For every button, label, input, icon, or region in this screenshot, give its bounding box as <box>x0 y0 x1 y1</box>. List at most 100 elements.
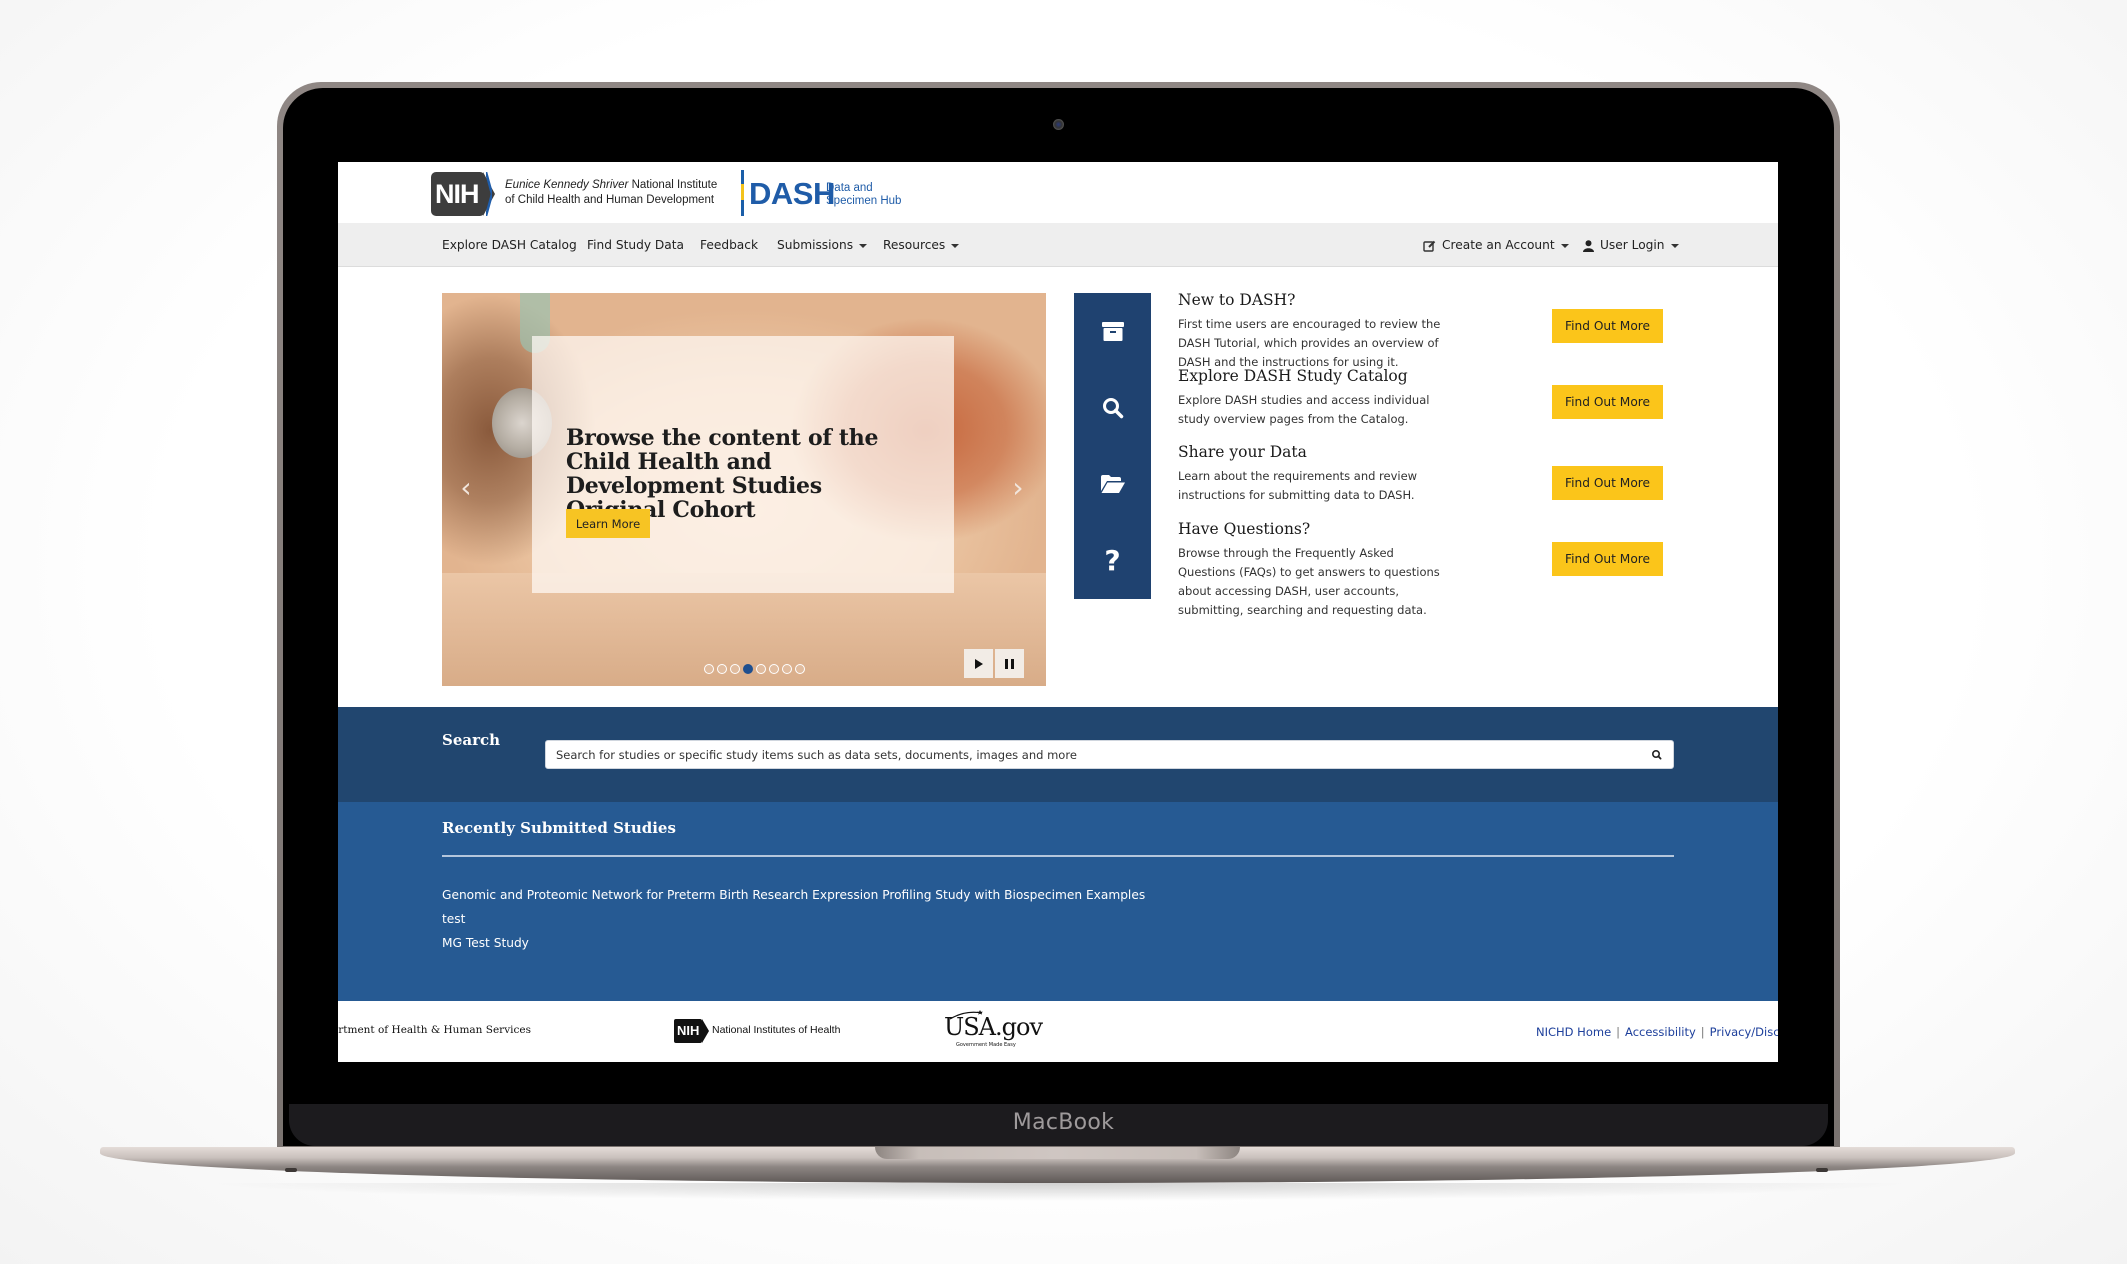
feature-description: Explore DASH studies and access individu… <box>1178 393 1430 426</box>
nav-label: User Login <box>1600 238 1665 252</box>
nav-find-study-data[interactable]: Find Study Data <box>587 223 684 267</box>
nih-logo-mark: NIH <box>431 172 485 216</box>
nav-feedback[interactable]: Feedback <box>700 223 758 267</box>
site-footer: artment of Health & Human Services NIH N… <box>338 1001 1778 1062</box>
site-header: NIH Eunice Kennedy Shriver National Inst… <box>338 162 1778 223</box>
feature-description: First time users are encouraged to revie… <box>1178 317 1441 369</box>
feature-title: New to DASH? <box>1178 291 1296 309</box>
find-out-more-button[interactable]: Find Out More <box>1552 466 1663 500</box>
laptop-foot <box>1816 1168 1828 1172</box>
feature-title: Have Questions? <box>1178 520 1311 538</box>
nav-label: Explore DASH Catalog <box>442 238 577 252</box>
nav-label: Resources <box>883 238 946 252</box>
play-icon <box>974 658 983 669</box>
nav-create-account[interactable]: Create an Account <box>1423 223 1569 267</box>
main-nav: Explore DASH Catalog Find Study Data Fee… <box>338 223 1778 267</box>
footer-link-nichd-home[interactable]: NICHD Home <box>1536 1025 1611 1039</box>
dash-logo[interactable]: DASH <box>749 176 835 212</box>
find-out-more-button[interactable]: Find Out More <box>1552 542 1663 576</box>
dash-logo-bar <box>741 170 744 216</box>
search-field <box>545 740 1674 769</box>
feature-icon-tile <box>1074 293 1151 370</box>
feature-icon-tile: ? <box>1074 522 1151 599</box>
carousel-indicator-dot[interactable] <box>756 664 766 674</box>
footer-nih-chevron <box>702 1019 709 1043</box>
carousel-indicator-dot[interactable] <box>769 664 779 674</box>
caret-down-icon <box>859 243 868 248</box>
device-label: MacBook <box>1012 1110 1115 1135</box>
chevron-right-icon[interactable]: › <box>1006 470 1030 506</box>
dash-website: NIH Eunice Kennedy Shriver National Inst… <box>338 162 1778 1062</box>
carousel-indicator-dot[interactable] <box>782 664 792 674</box>
recent-studies-title: Recently Submitted Studies <box>442 819 676 837</box>
nav-resources[interactable]: Resources <box>883 223 960 267</box>
institute-name-line1: National Institute <box>628 179 718 191</box>
learn-more-button[interactable]: Learn More <box>566 509 650 538</box>
recently-submitted-section: Recently Submitted Studies Genomic and P… <box>338 802 1778 1001</box>
carousel-indicator-dot[interactable] <box>717 664 727 674</box>
play-button[interactable] <box>964 649 993 678</box>
caret-down-icon <box>951 243 960 248</box>
carousel-indicator-dot[interactable] <box>743 664 753 674</box>
search-icon <box>1102 397 1123 418</box>
feature-new-to-dash: New to DASH? First time users are encour… <box>1074 291 1674 371</box>
hhs-logo-text[interactable]: artment of Health & Human Services <box>338 1024 531 1036</box>
dash-logo-subtitle: Data and Specimen Hub <box>826 182 901 208</box>
carousel-title: Browse the content of the Child Health a… <box>566 425 879 523</box>
edit-icon <box>1423 240 1436 252</box>
feature-description: Browse through the Frequently Asked Ques… <box>1178 546 1440 617</box>
institute-name: Eunice Kennedy Shriver National Institut… <box>505 178 717 208</box>
nav-label: Submissions <box>777 238 854 252</box>
laptop-foot <box>285 1168 297 1172</box>
user-icon <box>1583 239 1594 252</box>
folder-open-icon <box>1100 474 1125 493</box>
question-icon: ? <box>1104 544 1121 577</box>
caret-down-icon <box>1670 243 1679 248</box>
feature-explore-catalog: Explore DASH Study Catalog Explore DASH … <box>1074 367 1674 447</box>
carousel-indicator-dot[interactable] <box>730 664 740 674</box>
institute-name-line2: of Child Health and Human Development <box>505 194 715 206</box>
nih-logo-blue-stroke <box>486 172 492 216</box>
caret-down-icon <box>1560 243 1569 248</box>
recent-study-link[interactable]: Genomic and Proteomic Network for Preter… <box>442 888 1145 902</box>
screen: NIH Eunice Kennedy Shriver National Inst… <box>338 162 1778 1062</box>
find-out-more-button[interactable]: Find Out More <box>1552 385 1663 419</box>
carousel-indicators <box>704 664 805 674</box>
camera-icon <box>1053 119 1064 130</box>
feature-title: Explore DASH Study Catalog <box>1178 367 1408 385</box>
footer-links: NICHD Home | Accessibility | Privacy/Disc <box>1536 1025 1778 1039</box>
nav-label: Find Study Data <box>587 238 685 252</box>
footer-nih-text: National Institutes of Health <box>712 1024 841 1036</box>
footer-link-accessibility[interactable]: Accessibility <box>1625 1025 1696 1039</box>
hero-carousel: Browse the content of the Child Health a… <box>442 293 1046 686</box>
dash-sub-line1: Data and <box>826 182 873 194</box>
search-input[interactable] <box>556 741 1626 768</box>
feature-title: Share your Data <box>1178 443 1307 461</box>
search-label: Search <box>442 731 501 749</box>
feature-have-questions: ? Have Questions? Browse through the Fre… <box>1074 520 1674 617</box>
usa-gov-text: USA.gov <box>944 1013 1043 1041</box>
institute-name-italic: Eunice Kennedy Shriver <box>505 179 629 191</box>
feature-icon-tile <box>1074 369 1151 446</box>
footer-nih-mark: NIH <box>674 1019 702 1043</box>
carousel-indicator-dot[interactable] <box>795 664 805 674</box>
nav-explore-dash-catalog[interactable]: Explore DASH Catalog <box>442 223 577 267</box>
feature-icon-tile <box>1074 445 1151 522</box>
recent-study-link[interactable]: test <box>442 912 465 926</box>
pause-icon <box>1005 658 1014 669</box>
search-icon[interactable] <box>1649 747 1665 763</box>
divider <box>442 855 1674 857</box>
search-section: Search <box>338 707 1778 802</box>
carousel-indicator-dot[interactable] <box>704 664 714 674</box>
nav-submissions[interactable]: Submissions <box>777 223 868 267</box>
find-out-more-button[interactable]: Find Out More <box>1552 309 1663 343</box>
nav-user-login[interactable]: User Login <box>1583 223 1679 267</box>
dash-sub-line2: Specimen Hub <box>826 195 902 207</box>
separator: | <box>1616 1025 1621 1039</box>
pause-button[interactable] <box>995 649 1024 678</box>
footer-link-privacy[interactable]: Privacy/Disc <box>1710 1025 1778 1039</box>
usa-gov-tagline: Government Made Easy <box>956 1042 1016 1048</box>
nav-label: Create an Account <box>1442 238 1555 252</box>
chevron-left-icon[interactable]: ‹ <box>454 470 478 506</box>
recent-study-link[interactable]: MG Test Study <box>442 936 529 950</box>
